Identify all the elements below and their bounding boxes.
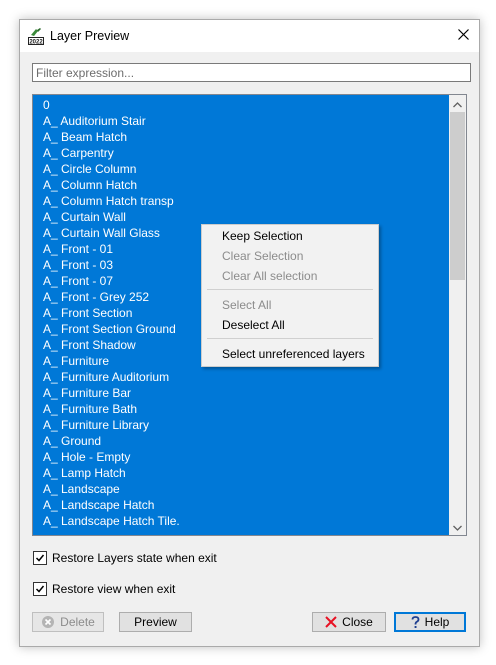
menu-separator [207,338,373,339]
list-item[interactable]: A_ Carpentry [33,145,447,161]
menu-item-select-all[interactable]: Select All [203,295,377,315]
menu-separator [207,289,373,290]
list-item[interactable]: A_ Furniture Library [33,417,447,433]
menu-item-keep-selection[interactable]: Keep Selection [203,226,377,246]
delete-button[interactable]: Delete [32,612,104,632]
svg-text:2022: 2022 [29,40,43,46]
delete-button-label: Delete [60,615,95,629]
checkmark-icon [35,554,45,562]
help-button[interactable]: Help [394,612,466,632]
list-item[interactable]: A_ Landscape Hatch [33,497,447,513]
chevron-up-icon [453,97,462,111]
list-item[interactable]: A_ Furniture Auditorium [33,369,447,385]
list-item[interactable]: A_ Beam Hatch [33,129,447,145]
list-item[interactable]: A_ Furniture Bar [33,385,447,401]
scroll-up-button[interactable] [449,95,466,112]
restore-layers-state-option[interactable]: Restore Layers state when exit [33,550,217,566]
window-title: Layer Preview [50,29,130,43]
restore-layers-state-label[interactable]: Restore Layers state when exit [52,551,217,565]
question-mark-icon [411,615,420,629]
list-item[interactable]: A_ Furniture Bath [33,401,447,417]
list-item[interactable]: A_ Hole - Empty [33,449,447,465]
drawing-app-icon: 2022 [28,27,44,46]
restore-view-option[interactable]: Restore view when exit [33,581,175,597]
preview-button-label: Preview [134,615,177,629]
menu-item-clear-all-selection[interactable]: Clear All selection [203,266,377,286]
scroll-down-button[interactable] [449,518,466,535]
help-button-label: Help [424,615,450,629]
list-item[interactable]: A_ Column Hatch [33,177,447,193]
window-close-button[interactable] [447,20,479,52]
preview-button[interactable]: Preview [119,612,192,632]
restore-view-checkbox[interactable] [33,582,47,596]
menu-item-clear-selection[interactable]: Clear Selection [203,246,377,266]
list-item[interactable]: A_ Column Hatch transp [33,193,447,209]
filter-expression-input[interactable] [32,63,471,82]
red-x-icon [325,616,337,628]
menu-item-deselect-all[interactable]: Deselect All [203,315,377,335]
close-icon [457,29,469,43]
vertical-scrollbar[interactable] [449,95,466,535]
list-item[interactable]: A_ Landscape Hatch Tile. [33,513,447,529]
layer-context-menu: Keep Selection Clear Selection Clear All… [201,224,379,367]
list-item[interactable]: A_ Curtain Wall [33,209,447,225]
close-button-label: Close [342,615,373,629]
list-item[interactable]: 0 [33,97,447,113]
scrollbar-thumb[interactable] [450,112,465,280]
delete-circle-x-icon [41,615,55,629]
list-item[interactable]: A_ Landscape [33,481,447,497]
title-bar: 2022 Layer Preview [20,20,479,52]
checkmark-icon [35,585,45,593]
restore-layers-state-checkbox[interactable] [33,551,47,565]
close-button[interactable]: Close [312,612,386,632]
restore-view-label[interactable]: Restore view when exit [52,582,175,596]
menu-item-select-unreferenced-layers[interactable]: Select unreferenced layers [203,344,377,364]
chevron-down-icon [453,520,462,534]
list-item[interactable]: A_ Lamp Hatch [33,465,447,481]
list-item[interactable]: A_ Circle Column [33,161,447,177]
list-item[interactable]: A_ Auditorium Stair [33,113,447,129]
list-item[interactable]: A_ Ground [33,433,447,449]
